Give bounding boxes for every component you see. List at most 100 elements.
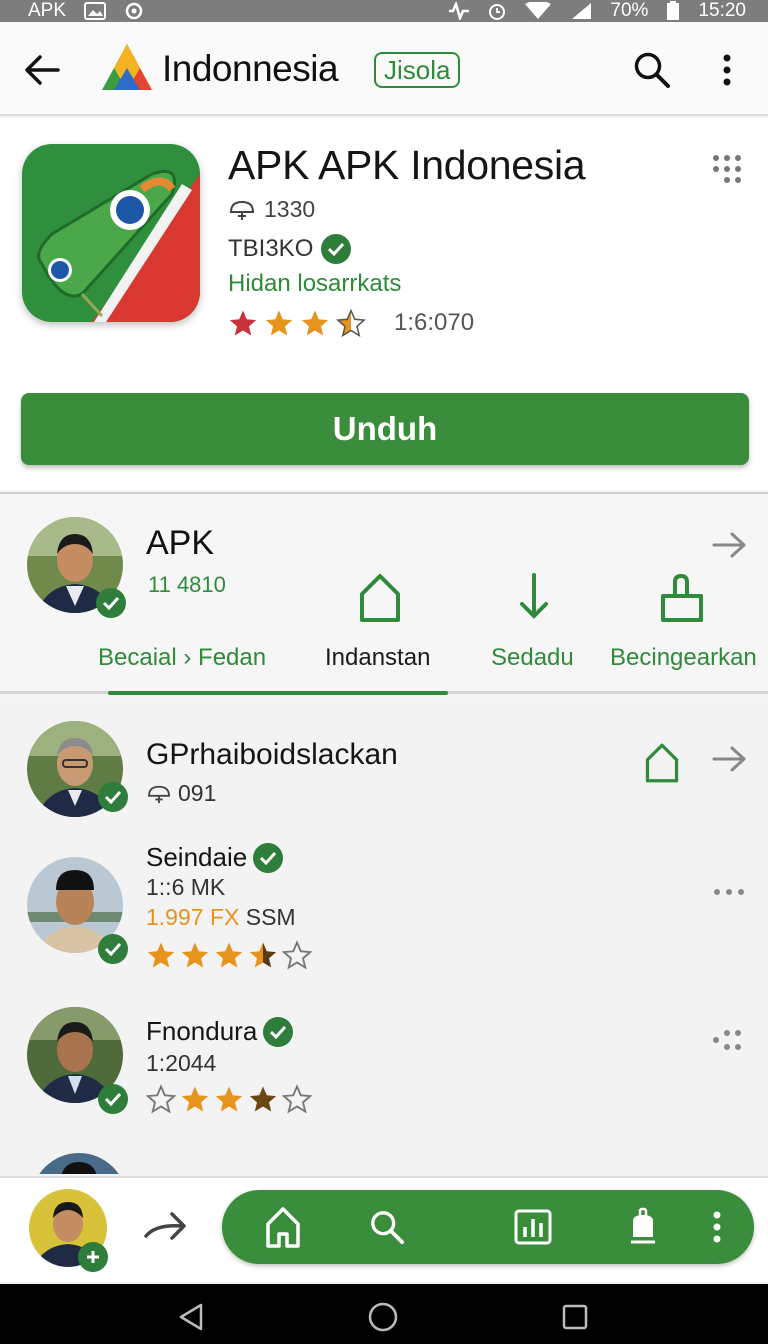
feature-download-button[interactable]: [510, 570, 558, 626]
star-full-icon: [147, 942, 175, 968]
cloud-icon: [229, 200, 255, 220]
tab-details[interactable]: Becaial › Fedan: [98, 644, 266, 672]
verified-check-icon: [98, 1084, 128, 1114]
arrow-right-icon[interactable]: [712, 530, 748, 560]
status-left: APK: [28, 0, 144, 22]
nav-home-button[interactable]: [258, 1202, 308, 1252]
back-button[interactable]: [22, 50, 62, 90]
cloud-icon: [148, 785, 170, 803]
app-rating: 1:6:070: [228, 308, 474, 338]
feature-card: APK 11 4810 Becaial › Fedan Indanstan Se…: [0, 492, 768, 695]
avatar: [31, 1153, 127, 1174]
system-back-button[interactable]: [174, 1300, 208, 1334]
tab-indanstan[interactable]: Indanstan: [325, 644, 430, 672]
download-button[interactable]: Unduh: [21, 393, 749, 465]
screen: APK 70% 15:20 Indonnesia Jisola APK APK …: [0, 0, 768, 1344]
brand-tag[interactable]: Jisola: [374, 52, 461, 88]
item-highlight-value: 1.997 FX: [146, 904, 240, 930]
system-home-button[interactable]: [366, 1300, 400, 1334]
status-left-label: APK: [28, 0, 67, 21]
more-horizontal-icon[interactable]: [712, 882, 746, 902]
list-item-partial: [0, 1152, 768, 1174]
nav-search-button[interactable]: [362, 1202, 412, 1252]
arrow-right-icon[interactable]: [712, 744, 748, 774]
clock: 15:20: [698, 0, 746, 21]
brand-name: Indonnesia: [162, 48, 339, 89]
feature-home-button[interactable]: [356, 570, 404, 626]
circle-home-icon: [368, 1302, 398, 1332]
more-options-button[interactable]: [708, 48, 746, 92]
star-full-icon: [229, 310, 257, 336]
kebab-menu-icon: [713, 1211, 721, 1243]
image-icon: [84, 2, 107, 20]
rating-value: 1:6:070: [394, 309, 475, 336]
tab-sedadu[interactable]: Sedadu: [491, 644, 574, 672]
item-name: Seindaie: [146, 842, 248, 872]
star-full-icon: [301, 310, 329, 336]
home-icon: [360, 574, 400, 622]
alarm-icon: [489, 4, 506, 20]
feature-title: APK: [146, 524, 215, 562]
home-icon: [266, 1207, 300, 1248]
item-name: Fnondura: [146, 1016, 258, 1046]
home-icon[interactable]: [642, 742, 682, 784]
vibrate-icon: [449, 2, 470, 20]
system-navigation-bar: [0, 1284, 768, 1344]
share-arrow-icon[interactable]: [142, 1206, 188, 1246]
list-item[interactable]: Seindaie 1::6 MK 1.997 FX SSM: [0, 832, 768, 982]
verified-check-icon: [98, 934, 128, 964]
feature-count: 11 4810: [148, 572, 226, 597]
search-icon: [371, 1211, 405, 1245]
nav-charts-button[interactable]: [508, 1202, 558, 1252]
settings-icon: [125, 2, 143, 20]
feature-like-button[interactable]: [658, 570, 706, 626]
verified-check-icon: [253, 842, 284, 873]
star-half-icon: [249, 942, 277, 968]
add-plus-icon[interactable]: [78, 1242, 108, 1272]
star-full-icon: [215, 942, 243, 968]
star-empty-icon: [282, 940, 312, 970]
grid-dots-icon[interactable]: [712, 154, 742, 184]
tab-indicator: [108, 691, 448, 695]
nav-apps-button[interactable]: [618, 1202, 668, 1252]
wifi-icon: [525, 2, 552, 19]
download-icon: [520, 573, 548, 619]
app-header-card: APK APK Indonesia 1330 TBI3KO Hidan losa…: [0, 118, 768, 490]
system-recents-button[interactable]: [558, 1300, 592, 1334]
status-bar: APK 70% 15:20: [0, 0, 768, 22]
star-full-icon: [181, 942, 209, 968]
developer-name[interactable]: TBI3KO: [228, 235, 313, 263]
app-category[interactable]: Hidan losarrkats: [228, 270, 401, 298]
signal-icon: [572, 3, 592, 19]
star-empty-icon: [282, 1084, 312, 1114]
verified-check-icon: [321, 234, 352, 264]
verified-check-icon: [263, 1016, 294, 1047]
tab-becingearkan[interactable]: Becingearkan: [610, 644, 757, 672]
brand-logo-icon: [102, 44, 152, 90]
bottom-nav-pill: [222, 1190, 754, 1264]
battery-percent: 70%: [610, 0, 649, 21]
search-icon: [634, 52, 670, 88]
back-arrow-icon: [25, 55, 60, 85]
developer-list: GPrhaiboidslackan 091 Seindaie 1::6 MK 1…: [0, 702, 768, 1174]
item-highlight: 1.997 FX SSM: [146, 904, 296, 931]
star-full-icon: [249, 1086, 277, 1112]
app-bar: Indonnesia Jisola: [0, 22, 768, 116]
list-item[interactable]: Fnondura 1:2044: [0, 992, 768, 1142]
verified-check-icon: [98, 782, 128, 812]
more-dots-icon[interactable]: [712, 1028, 742, 1052]
star-full-icon: [265, 310, 293, 336]
square-recents-icon: [562, 1304, 588, 1330]
downloads-row: 1330: [228, 196, 315, 223]
kebab-menu-icon: [723, 54, 731, 86]
bottom-bar: [0, 1176, 768, 1282]
star-empty-icon: [146, 1084, 176, 1114]
item-downloads: 091: [178, 780, 217, 806]
android-bag-icon: [631, 1207, 655, 1244]
triangle-back-icon: [179, 1303, 203, 1331]
nav-more-button[interactable]: [692, 1202, 742, 1252]
search-button[interactable]: [630, 48, 674, 92]
item-rating: [146, 1084, 312, 1114]
item-sub: 1::6 MK: [146, 874, 226, 900]
list-item[interactable]: GPrhaiboidslackan 091: [0, 702, 768, 822]
